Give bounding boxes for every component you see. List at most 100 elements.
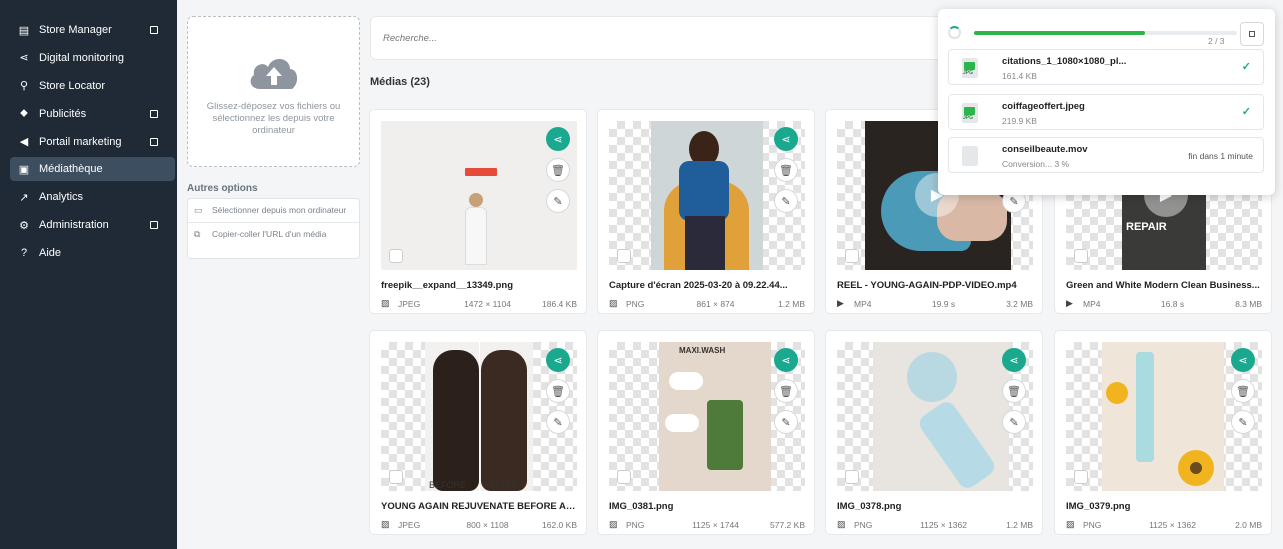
media-meta: ▨ JPEG 800 × 1108 162.0 KB xyxy=(381,519,577,530)
media-dimensions: 861 × 874 xyxy=(696,298,735,309)
edit-button[interactable]: ✎ xyxy=(774,410,798,434)
trash-icon: 🗑 xyxy=(779,385,793,398)
upload-progress-bar xyxy=(974,31,1237,35)
media-dimensions: 800 × 1108 xyxy=(466,519,509,530)
sidebar-item-store-manager[interactable]: ▤ Store Manager xyxy=(10,18,175,42)
select-checkbox[interactable] xyxy=(845,249,859,263)
media-size: 577.2 KB xyxy=(770,519,805,530)
media-dimensions: 1125 × 1362 xyxy=(1149,519,1196,530)
share-button[interactable]: ⋖ xyxy=(774,127,798,151)
media-type: PNG xyxy=(626,519,645,530)
media-dimensions: 1125 × 1744 xyxy=(692,519,739,530)
media-meta: ▨ PNG 1125 × 1362 2.0 MB xyxy=(1066,519,1262,530)
search-bar xyxy=(370,16,950,60)
media-thumbnail[interactable]: ⋖ 🗑 ✎ xyxy=(609,121,805,270)
edit-button[interactable]: ✎ xyxy=(774,189,798,213)
image-icon: ▨ xyxy=(837,519,846,529)
share-nodes-icon: ⋖ xyxy=(19,52,29,65)
search-input[interactable] xyxy=(383,32,937,44)
file-dropzone[interactable]: Glissez-déposez vos fichiers ou sélectio… xyxy=(187,16,360,167)
media-thumbnail[interactable]: MAXI.WASH ⋖ 🗑 ✎ xyxy=(609,342,805,491)
media-thumbnail[interactable]: BEFORE AFTER ⋖ 🗑 ✎ xyxy=(381,342,577,491)
sidebar-item-portail-marketing[interactable]: ◀ Portail marketing xyxy=(10,130,175,154)
maxi-wash-text: MAXI.WASH xyxy=(679,346,726,355)
edit-icon: ✎ xyxy=(781,195,791,208)
share-button[interactable]: ⋖ xyxy=(1231,348,1255,372)
image-icon: ▨ xyxy=(609,298,618,308)
copy-icon: ⧉ xyxy=(194,228,201,239)
select-from-computer-option[interactable]: ▭ Sélectionner depuis mon ordinateur xyxy=(188,199,359,222)
media-filename: REEL - YOUNG-AGAIN-PDP-VIDEO.mp4 xyxy=(837,280,1017,291)
upload-progress-fill xyxy=(974,31,1145,35)
stop-upload-button[interactable] xyxy=(1240,22,1264,46)
media-type: PNG xyxy=(854,519,873,530)
sidebar: ▤ Store Manager ⋖ Digital monitoring ⚲ Store … xyxy=(0,0,177,549)
expand-toggle-icon[interactable] xyxy=(150,109,158,118)
sidebar-item-digital-monitoring[interactable]: ⋖ Digital monitoring xyxy=(10,46,175,70)
image-icon: ▨ xyxy=(609,519,618,529)
delete-button[interactable]: 🗑 xyxy=(774,158,798,182)
delete-button[interactable]: 🗑 xyxy=(774,379,798,403)
sidebar-item-aide[interactable]: ? Aide xyxy=(10,241,175,265)
select-checkbox[interactable] xyxy=(617,249,631,263)
after-label: AFTER xyxy=(489,480,519,490)
share-icon: ⋖ xyxy=(781,133,791,146)
share-button[interactable]: ⋖ xyxy=(546,348,570,372)
sidebar-item-m-diath-que[interactable]: ▣ Médiathèque xyxy=(10,157,175,182)
sidebar-item-administration[interactable]: ⚙ Administration xyxy=(10,213,175,237)
media-filename: freepik__expand__13349.png xyxy=(381,280,514,291)
upload-filename: conseilbeaute.mov xyxy=(1002,144,1088,155)
media-filename: IMG_0379.png xyxy=(1066,501,1131,512)
paste-url-option[interactable]: ⧉ Copier-coller l'URL d'un média xyxy=(188,221,359,246)
expand-toggle-icon[interactable] xyxy=(150,26,158,34)
media-thumbnail[interactable]: ⋖ 🗑 ✎ xyxy=(1066,342,1262,491)
megaphone-icon: ◀ xyxy=(19,136,29,149)
sidebar-item-store-locator[interactable]: ⚲ Store Locator xyxy=(10,74,175,98)
delete-button[interactable]: 🗑 xyxy=(546,379,570,403)
store-icon: ▤ xyxy=(18,24,30,37)
edit-button[interactable]: ✎ xyxy=(1231,410,1255,434)
media-card[interactable]: ⋖ 🗑 ✎ IMG_0379.png ▨ PNG 1125 × 1362 2.0… xyxy=(1054,330,1272,535)
media-meta: ▨ PNG 861 × 874 1.2 MB xyxy=(609,298,805,309)
delete-button[interactable]: 🗑 xyxy=(1002,379,1026,403)
delete-button[interactable]: 🗑 xyxy=(546,158,570,182)
media-dimensions: 1125 × 1362 xyxy=(920,519,967,530)
sidebar-item-publicit-s[interactable]: ⬥ Publicités xyxy=(10,102,175,126)
edit-button[interactable]: ✎ xyxy=(546,189,570,213)
media-card[interactable]: ⋖ 🗑 ✎ Capture d'écran 2025-03-20 à 09.22… xyxy=(597,109,815,314)
upload-item: JPG citations_1_1080×1080_pl... 161.4 KB… xyxy=(948,49,1264,85)
edit-button[interactable]: ✎ xyxy=(546,410,570,434)
select-checkbox[interactable] xyxy=(1074,470,1088,484)
share-icon: ⋖ xyxy=(553,133,563,146)
expand-toggle-icon[interactable] xyxy=(150,221,158,230)
sidebar-item-label: Publicités xyxy=(39,107,87,120)
media-thumbnail[interactable]: ⋖ 🗑 ✎ xyxy=(837,342,1033,491)
media-thumbnail[interactable]: ⋖ 🗑 ✎ xyxy=(381,121,577,270)
edit-button[interactable]: ✎ xyxy=(1002,410,1026,434)
jpg-file-icon: JPG xyxy=(962,58,978,78)
select-checkbox[interactable] xyxy=(389,249,403,263)
share-button[interactable]: ⋖ xyxy=(546,127,570,151)
media-meta: ▨ PNG 1125 × 1362 1.2 MB xyxy=(837,519,1033,530)
sidebar-item-analytics[interactable]: ↗ Analytics xyxy=(10,185,175,209)
media-type: JPEG xyxy=(398,519,421,530)
paste-url-label: Copier-coller l'URL d'un média xyxy=(212,228,327,239)
media-card[interactable]: BEFORE AFTER ⋖ 🗑 ✎ YOUNG AGAIN REJUVENAT… xyxy=(369,330,587,535)
map-pin-icon: ⚲ xyxy=(19,80,29,93)
select-checkbox[interactable] xyxy=(1074,249,1088,263)
media-meta: ▶ MP4 16.8 s 8.3 MB xyxy=(1066,298,1262,309)
select-checkbox[interactable] xyxy=(845,470,859,484)
trash-icon: 🗑 xyxy=(551,164,565,177)
expand-toggle-icon[interactable] xyxy=(150,137,158,146)
media-card[interactable]: ⋖ 🗑 ✎ IMG_0378.png ▨ PNG 1125 × 1362 1.2… xyxy=(825,330,1043,535)
share-button[interactable]: ⋖ xyxy=(1002,348,1026,372)
select-checkbox[interactable] xyxy=(389,470,403,484)
delete-button[interactable]: 🗑 xyxy=(1231,379,1255,403)
select-checkbox[interactable] xyxy=(617,470,631,484)
share-button[interactable]: ⋖ xyxy=(774,348,798,372)
upload-eta: fin dans 1 minute xyxy=(1188,151,1253,161)
media-dimensions: 16.8 s xyxy=(1160,298,1185,309)
media-size: 2.0 MB xyxy=(1235,519,1262,530)
media-card[interactable]: MAXI.WASH ⋖ 🗑 ✎ IMG_0381.png ▨ PNG 1125 … xyxy=(597,330,815,535)
media-card[interactable]: ⋖ 🗑 ✎ freepik__expand__13349.png ▨ JPEG … xyxy=(369,109,587,314)
